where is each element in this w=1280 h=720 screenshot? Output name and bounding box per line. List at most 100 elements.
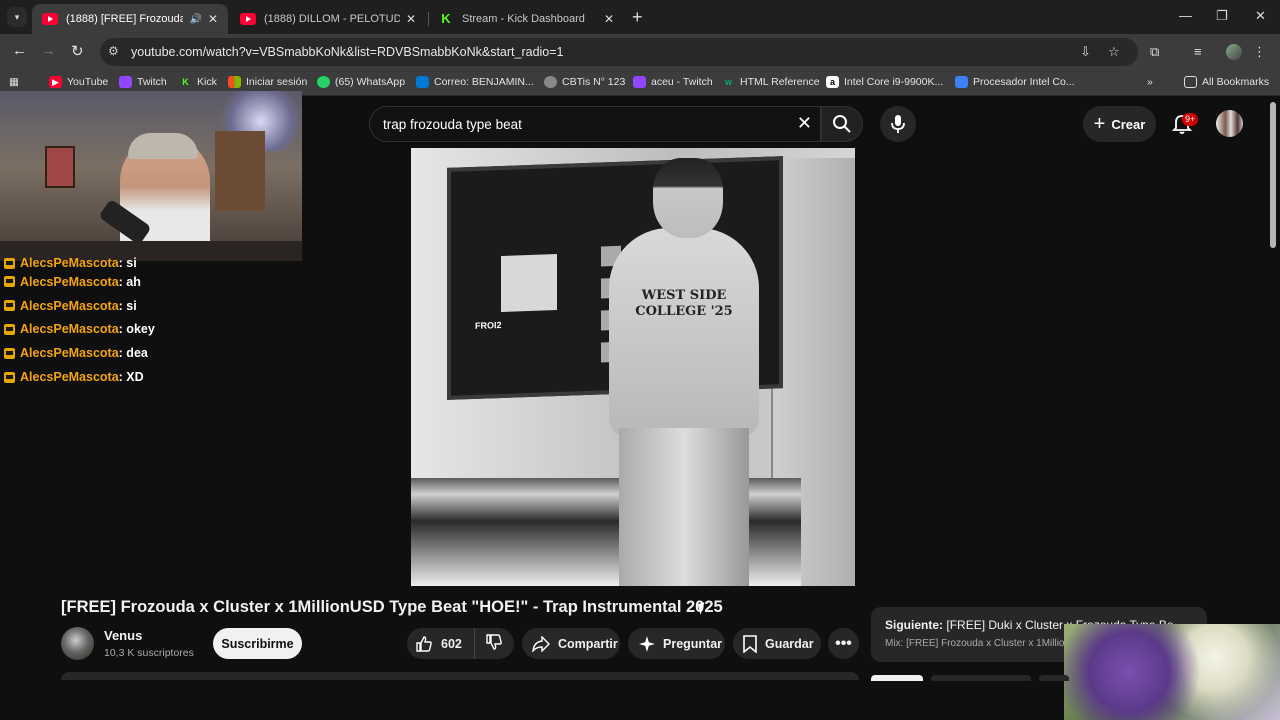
tv-album-art — [501, 254, 557, 312]
close-tab-icon[interactable]: ✕ — [406, 12, 416, 26]
filter-chip[interactable] — [871, 675, 923, 681]
jeans — [619, 428, 749, 586]
chat-text: : XD — [118, 370, 144, 385]
close-window-icon[interactable]: ✕ — [1255, 8, 1266, 24]
video-player[interactable]: FROI2 WEST SIDE COLLEGE '25 — [411, 148, 855, 586]
crown-badge-icon — [4, 347, 15, 359]
account-avatar[interactable] — [1216, 110, 1243, 137]
dislike-button[interactable] — [475, 633, 513, 654]
bookmark-star-icon[interactable]: ☆ — [1108, 44, 1120, 60]
tab-youtube-dillom[interactable]: (1888) DILLOM - PELOTUDA (Vi ✕ — [230, 4, 426, 34]
share-label: Compartir — [558, 636, 618, 651]
sparkle-icon — [639, 635, 655, 652]
ask-button[interactable]: Preguntar — [628, 628, 725, 659]
minimize-icon[interactable]: — — [1179, 8, 1192, 23]
bookmark-label: Twitch — [137, 76, 167, 88]
all-bookmarks-label: All Bookmarks — [1202, 76, 1270, 88]
bookmarks-overflow-icon[interactable]: » — [1147, 76, 1153, 88]
head — [653, 158, 723, 238]
tab-search-button[interactable]: ▾ — [7, 7, 27, 27]
forward-arrow-icon[interactable]: → — [41, 42, 56, 59]
bookmark-iniciar-sesion[interactable]: Iniciar sesión — [228, 76, 307, 88]
more-actions-button[interactable]: ••• — [828, 628, 859, 659]
bookmark-cbtis[interactable]: CBTis N° 123 — [544, 76, 625, 88]
description-box[interactable] — [61, 672, 859, 680]
bookmark-label: Kick — [197, 76, 217, 88]
youtube-icon — [240, 13, 256, 25]
back-arrow-icon[interactable]: ← — [12, 42, 27, 59]
search-button[interactable] — [821, 106, 863, 142]
bookmark-intel-core[interactable]: a Intel Core i9-9900K... — [826, 76, 943, 88]
close-tab-icon[interactable]: ✕ — [604, 12, 614, 26]
stream-chat: AlecsPeMascota : si AlecsPeMascota : ah … — [4, 256, 294, 389]
profile-avatar[interactable] — [1226, 44, 1242, 60]
bookmark-label: Intel Core i9-9900K... — [844, 76, 944, 88]
bookmark-aceu-twitch[interactable]: aceu - Twitch — [633, 76, 713, 88]
share-arrow-icon — [532, 635, 550, 652]
restore-icon[interactable]: ❐ — [1216, 8, 1228, 24]
search-input[interactable]: trap frozouda type beat ✕ — [369, 106, 821, 142]
next-up-mix: Mix: [FREE] Frozouda x Cluster x 1Millio… — [885, 638, 1071, 649]
bookmark-procesador-intel[interactable]: Procesador Intel Co... — [955, 76, 1075, 88]
twitch-icon — [633, 76, 646, 88]
menu-kebab-icon[interactable]: ⋮ — [1253, 44, 1266, 60]
bookmark-whatsapp[interactable]: (65) WhatsApp — [317, 76, 405, 88]
next-up-label: Siguiente: — [885, 618, 944, 632]
speaker-icon[interactable]: 🔊 — [189, 14, 201, 25]
save-button[interactable]: Guardar — [733, 628, 821, 659]
like-button[interactable]: 602 — [407, 628, 475, 659]
chat-username: AlecsPeMascota — [20, 346, 119, 361]
channel-avatar[interactable] — [61, 627, 94, 660]
more-horizontal-icon: ••• — [835, 634, 852, 652]
notification-count-badge: 9+ — [1182, 113, 1199, 126]
bookmark-label: Iniciar sesión — [246, 76, 308, 88]
new-tab-button[interactable]: + — [632, 8, 643, 26]
bookmark-correo[interactable]: Correo: BENJAMIN... — [416, 76, 534, 88]
youtube-icon: ▶ — [49, 76, 62, 88]
subscribe-button[interactable]: Suscribirme — [213, 628, 302, 659]
reload-icon[interactable]: ↻ — [71, 42, 84, 60]
shelf — [215, 131, 265, 211]
w3-icon: w — [724, 77, 732, 87]
chat-text: : ah — [118, 274, 141, 289]
url-text[interactable]: youtube.com/watch?v=VBSmabbKoNk&list=RDV… — [131, 45, 564, 59]
bookmark-kick[interactable]: K Kick — [179, 76, 217, 88]
subscriber-count: 10,3 K suscriptores — [104, 647, 194, 659]
all-bookmarks[interactable]: All Bookmarks — [1184, 76, 1269, 88]
bookmark-twitch[interactable]: Twitch — [119, 76, 167, 88]
create-label: Crear — [1111, 116, 1146, 132]
save-label: Guardar — [765, 636, 814, 651]
bookmark-youtube[interactable]: ▶ YouTube — [49, 76, 108, 88]
page-scrollbar[interactable] — [1270, 102, 1276, 248]
apps-grid-icon[interactable]: ▦ — [9, 76, 19, 88]
bookmark-html-reference[interactable]: w HTML Reference — [722, 76, 820, 88]
site-info-icon[interactable]: ⚙ — [108, 44, 119, 58]
hoodie-year: '25 — [710, 304, 733, 319]
streamer-cap — [128, 133, 198, 159]
filter-chip[interactable] — [931, 675, 1031, 681]
bookmark-label: CBTis N° 123 — [562, 76, 626, 88]
install-app-icon[interactable]: ⇩ — [1080, 44, 1091, 60]
tab-youtube-frozouda[interactable]: (1888) [FREE] Frozouda x Cl 🔊 ✕ — [32, 4, 228, 34]
tab-kick-dashboard[interactable]: K Stream - Kick Dashboard ✕ — [428, 4, 624, 34]
close-tab-icon[interactable]: ✕ — [208, 12, 218, 26]
create-button[interactable]: + Crear — [1083, 106, 1156, 142]
address-bar[interactable]: ⚙ youtube.com/watch?v=VBSmabbKoNk&list=R… — [100, 38, 1138, 66]
filter-chip[interactable] — [1039, 675, 1069, 681]
outlook-icon — [416, 76, 429, 88]
kick-icon: K — [182, 77, 189, 87]
share-button[interactable]: Compartir — [522, 628, 620, 659]
clear-search-icon[interactable]: ✕ — [797, 113, 812, 134]
channel-name[interactable]: Venus — [104, 628, 142, 643]
chat-text: : okey — [118, 322, 155, 337]
tab-title: (1888) DILLOM - PELOTUDA (Vi — [264, 13, 400, 25]
extensions-icon[interactable]: ⧉ — [1150, 44, 1159, 60]
media-controls-icon[interactable]: ≡ — [1194, 44, 1202, 59]
tab-strip: ▾ (1888) [FREE] Frozouda x Cl 🔊 ✕ (1888)… — [0, 0, 1280, 34]
search-icon — [833, 115, 851, 133]
crown-badge-icon — [4, 276, 15, 288]
video-title: [FREE] Frozouda x Cluster x 1MillionUSD … — [61, 598, 723, 616]
chat-text: : si — [118, 256, 137, 270]
voice-search-button[interactable] — [880, 106, 916, 142]
search-query-text[interactable]: trap frozouda type beat — [383, 117, 522, 132]
